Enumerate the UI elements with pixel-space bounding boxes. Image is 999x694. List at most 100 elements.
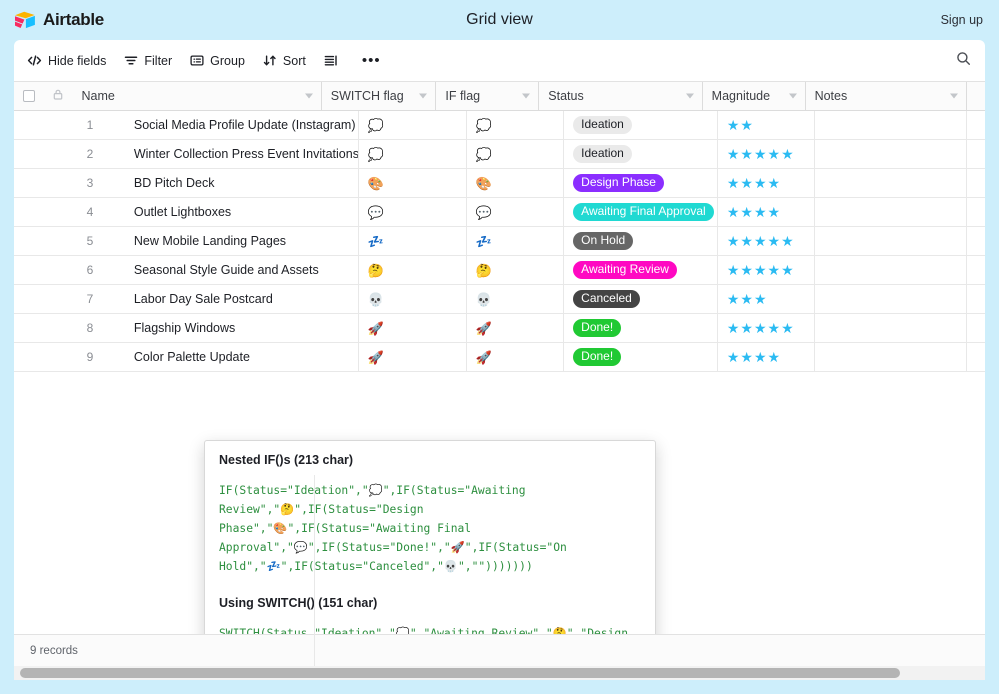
row-expand-area[interactable]	[14, 256, 41, 284]
cell-name[interactable]: Outlet Lightboxes	[125, 198, 359, 226]
chevron-down-icon[interactable]	[950, 93, 959, 99]
cell-magnitude[interactable]: ★★★★	[718, 198, 816, 226]
cell-notes[interactable]	[815, 227, 968, 255]
cell-switch-flag[interactable]: 🚀	[359, 343, 467, 371]
table-row[interactable]: 4 Outlet Lightboxes 💬 💬 Awaiting Final Appro…	[14, 198, 985, 227]
table-row[interactable]: 5 New Mobile Landing Pages 💤 💤 On Hold ★★★★★	[14, 227, 985, 256]
row-expand-area[interactable]	[14, 343, 41, 371]
cell-status[interactable]: On Hold	[564, 227, 718, 255]
cell-if-flag[interactable]: 🚀	[467, 343, 565, 371]
cell-magnitude[interactable]: ★★★★★	[718, 314, 816, 342]
cell-if-flag[interactable]: 💬	[467, 198, 565, 226]
cell-switch-flag[interactable]: 💀	[359, 285, 467, 313]
row-expand-area[interactable]	[14, 227, 41, 255]
row-expand-area[interactable]	[14, 140, 41, 168]
table-row[interactable]: 7 Labor Day Sale Postcard 💀 💀 Canceled ★★★	[14, 285, 985, 314]
sign-up-button[interactable]: Sign up	[941, 13, 983, 27]
cell-switch-flag[interactable]: 🚀	[359, 314, 467, 342]
table-row[interactable]: 8 Flagship Windows 🚀 🚀 Done! ★★★★★	[14, 314, 985, 343]
cell-magnitude[interactable]: ★★★	[718, 285, 816, 313]
row-lock-spacer	[41, 256, 68, 284]
filter-icon	[124, 54, 138, 67]
cell-if-flag[interactable]: 💀	[467, 285, 565, 313]
chevron-down-icon[interactable]	[685, 93, 694, 99]
cell-if-flag[interactable]: 🎨	[467, 169, 565, 197]
cell-notes[interactable]	[815, 111, 968, 139]
chevron-down-icon[interactable]	[788, 93, 797, 99]
cell-magnitude[interactable]: ★★★★★	[718, 140, 816, 168]
row-expand-area[interactable]	[14, 285, 41, 313]
chevron-down-icon[interactable]	[522, 93, 531, 99]
cell-notes[interactable]	[815, 314, 968, 342]
row-expand-area[interactable]	[14, 169, 41, 197]
cell-name[interactable]: New Mobile Landing Pages	[125, 227, 359, 255]
cell-switch-flag[interactable]: 🎨	[359, 169, 467, 197]
table-row[interactable]: 9 Color Palette Update 🚀 🚀 Done! ★★★★	[14, 343, 985, 372]
cell-status[interactable]: Done!	[564, 314, 718, 342]
column-header-if-flag[interactable]: IF flag	[436, 82, 540, 110]
cell-magnitude[interactable]: ★★	[718, 111, 816, 139]
column-header-switch-flag[interactable]: SWITCH flag	[322, 82, 437, 110]
cell-status[interactable]: Done!	[564, 343, 718, 371]
cell-notes[interactable]	[815, 285, 968, 313]
table-row[interactable]: 6 Seasonal Style Guide and Assets 🤔 🤔 Awaiti…	[14, 256, 985, 285]
cell-notes[interactable]	[815, 256, 968, 284]
column-header-notes[interactable]: Notes	[806, 82, 968, 110]
cell-notes[interactable]	[815, 343, 968, 371]
if-flag-emoji: 💤	[475, 233, 493, 249]
cell-magnitude[interactable]: ★★★★	[718, 169, 816, 197]
horizontal-scrollbar-thumb[interactable]	[20, 668, 900, 678]
cell-magnitude[interactable]: ★★★★★	[718, 256, 816, 284]
row-expand-area[interactable]	[14, 314, 41, 342]
cell-status[interactable]: Ideation	[564, 111, 718, 139]
horizontal-scrollbar[interactable]	[14, 666, 985, 680]
search-button[interactable]	[951, 49, 975, 73]
filter-button[interactable]: Filter	[117, 50, 179, 72]
cell-notes[interactable]	[815, 169, 968, 197]
column-header-magnitude[interactable]: Magnitude	[703, 82, 806, 110]
cell-if-flag[interactable]: 🤔	[467, 256, 565, 284]
cell-if-flag[interactable]: 💭	[467, 140, 565, 168]
cell-status[interactable]: Canceled	[564, 285, 718, 313]
chevron-down-icon[interactable]	[304, 93, 313, 99]
cell-switch-flag[interactable]: 🤔	[359, 256, 467, 284]
cell-status[interactable]: Ideation	[564, 140, 718, 168]
cell-notes[interactable]	[815, 198, 968, 226]
table-row[interactable]: 3 BD Pitch Deck 🎨 🎨 Design Phase ★★★★	[14, 169, 985, 198]
cell-if-flag[interactable]: 💭	[467, 111, 565, 139]
cell-magnitude[interactable]: ★★★★	[718, 343, 816, 371]
cell-if-flag[interactable]: 🚀	[467, 314, 565, 342]
cell-name[interactable]: Color Palette Update	[125, 343, 359, 371]
cell-name[interactable]: Winter Collection Press Event Invitation…	[125, 140, 359, 168]
cell-switch-flag[interactable]: 💭	[359, 111, 467, 139]
table-row[interactable]: 1 Social Media Profile Update (Instagram)…	[14, 111, 985, 140]
sort-button[interactable]: Sort	[256, 50, 313, 72]
cell-name[interactable]: Seasonal Style Guide and Assets	[125, 256, 359, 284]
column-header-name[interactable]: Name	[73, 82, 322, 110]
cell-name[interactable]: BD Pitch Deck	[125, 169, 359, 197]
magnitude-stars: ★★	[726, 117, 754, 133]
cell-status[interactable]: Awaiting Final Approval	[564, 198, 718, 226]
select-all-checkbox[interactable]	[14, 82, 43, 110]
hide-fields-button[interactable]: Hide fields	[20, 50, 113, 72]
cell-magnitude[interactable]: ★★★★★	[718, 227, 816, 255]
more-options-button[interactable]: •••	[355, 53, 394, 69]
chevron-down-icon[interactable]	[419, 93, 428, 99]
group-button[interactable]: Group	[183, 50, 252, 72]
row-expand-area[interactable]	[14, 198, 41, 226]
cell-switch-flag[interactable]: 💬	[359, 198, 467, 226]
cell-name[interactable]: Labor Day Sale Postcard	[125, 285, 359, 313]
cell-notes[interactable]	[815, 140, 968, 168]
cell-switch-flag[interactable]: 💤	[359, 227, 467, 255]
cell-name[interactable]: Social Media Profile Update (Instagram)	[125, 111, 359, 139]
column-header-status[interactable]: Status	[539, 82, 703, 110]
cell-status[interactable]: Awaiting Review	[564, 256, 718, 284]
table-row[interactable]: 2 Winter Collection Press Event Invitatio…	[14, 140, 985, 169]
cell-name[interactable]: Flagship Windows	[125, 314, 359, 342]
cell-if-flag[interactable]: 💤	[467, 227, 565, 255]
row-expand-area[interactable]	[14, 111, 41, 139]
cell-switch-flag[interactable]: 💭	[359, 140, 467, 168]
switch-flag-emoji: 💀	[367, 291, 384, 307]
row-height-button[interactable]	[317, 50, 351, 71]
cell-status[interactable]: Design Phase	[564, 169, 718, 197]
